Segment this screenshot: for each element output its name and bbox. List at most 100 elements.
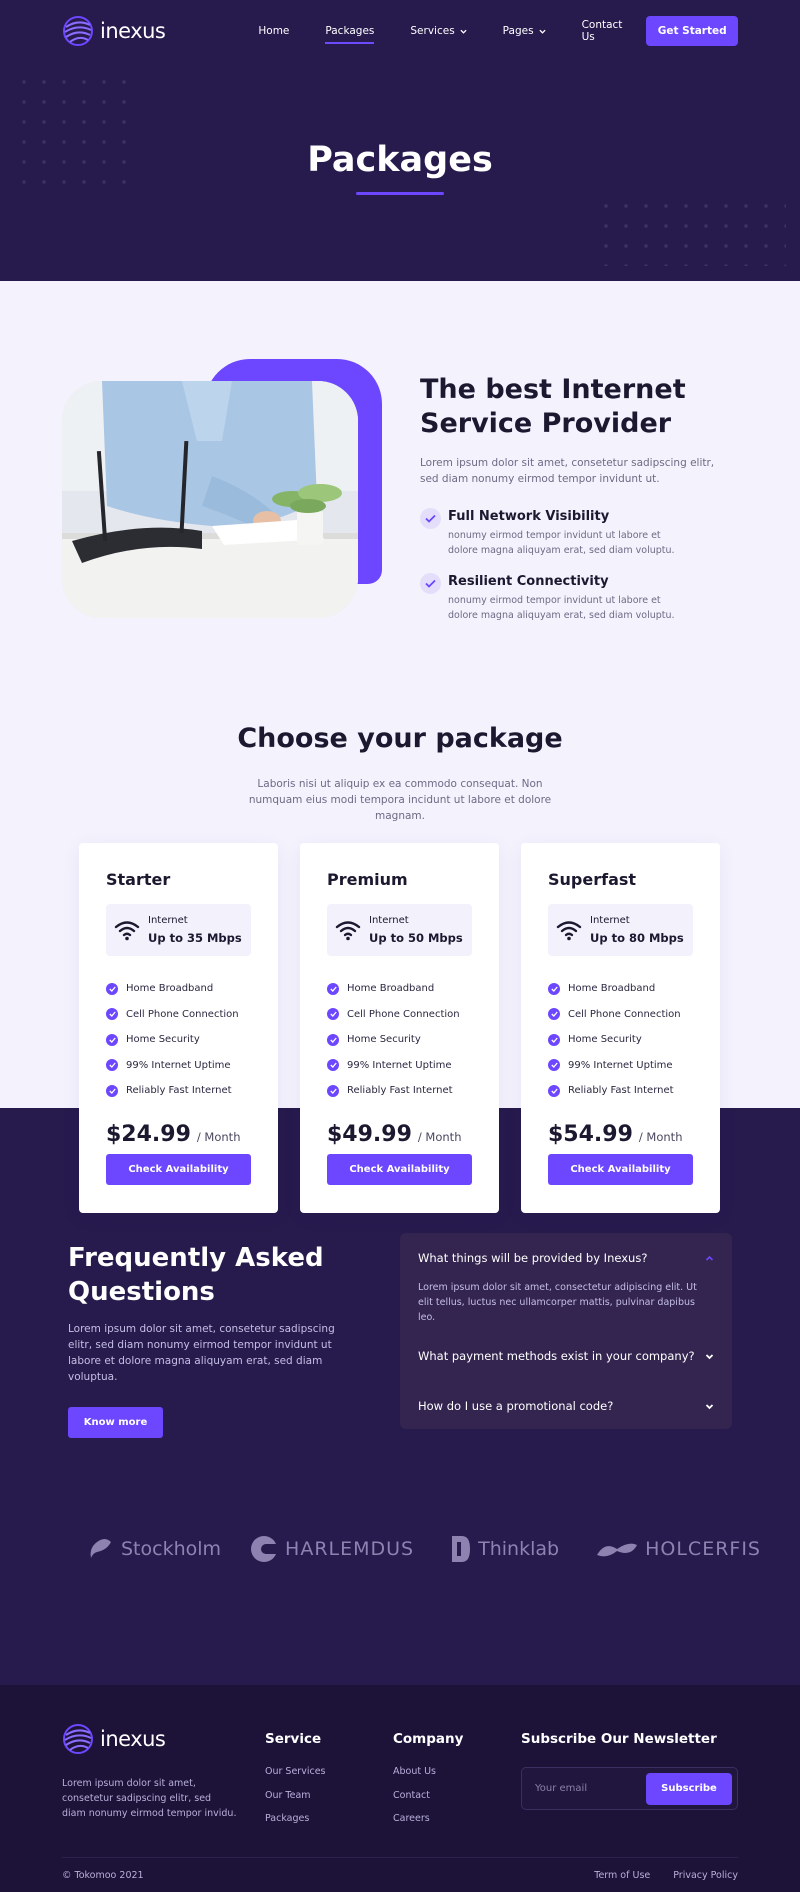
package-features: Home Broadband Cell Phone Connection Hom… [106,976,251,1104]
speed-value: Up to 35 Mbps [148,931,242,945]
check-circle-icon [327,1008,339,1021]
feature-label: 99% Internet Uptime [347,1059,452,1071]
feature-label: Home Broadband [568,983,656,995]
price: $54.99 [548,1122,633,1147]
footer-link[interactable]: Our Services [265,1766,325,1790]
faq-question-text: What payment methods exist in your compa… [418,1349,695,1363]
faq-intro: Frequently Asked Questions Lorem ipsum d… [68,1241,358,1438]
faq-description: Lorem ipsum dolor sit amet, consetetur s… [68,1323,335,1383]
feature-label: Home Security [126,1034,200,1046]
feature-label: Reliably Fast Internet [126,1085,232,1097]
list-item: 99% Internet Uptime [548,1053,693,1079]
speed-label: Internet [148,915,188,926]
check-circle-icon [106,1008,118,1021]
list-item: Home Security [327,1027,472,1053]
nav-pages-label: Pages [502,25,534,37]
chevron-down-icon [705,1403,714,1409]
check-icon [420,573,441,594]
faq-question-2[interactable]: What payment methods exist in your compa… [418,1331,714,1381]
footer-link[interactable]: Packages [265,1813,325,1837]
feature-item: Full Network Visibility nonumy eirmod te… [420,508,720,558]
know-more-button[interactable]: Know more [68,1407,163,1438]
check-availability-button[interactable]: Check Availability [327,1154,472,1185]
brand-thinklab: Thinklab [450,1534,559,1564]
newsletter: Subscribe Our Newsletter Subscribe [521,1731,738,1810]
brand-name: HARLEMDUS [285,1538,415,1560]
feature-label: Cell Phone Connection [347,1008,460,1020]
check-circle-icon [327,1084,339,1097]
faq-answer-1: Lorem ipsum dolor sit amet, consectetur … [418,1282,697,1323]
footer-link[interactable]: Our Team [265,1790,325,1814]
brand-name: Thinklab [478,1538,560,1560]
price-period: / Month [196,1130,241,1144]
nav-pages[interactable]: Pages [485,0,564,62]
logo[interactable]: inexus [62,15,166,47]
check-circle-icon [327,1033,339,1046]
list-item: Reliably Fast Internet [548,1078,693,1104]
footer-logo[interactable]: inexus [62,1723,166,1755]
faq-question-text: How do I use a promotional code? [418,1399,614,1413]
nav-packages[interactable]: Packages [307,0,392,62]
list-item: Home Broadband [327,976,472,1002]
feature-title: Full Network Visibility [448,509,610,524]
about-description: Lorem ipsum dolor sit amet, consetetur s… [420,457,715,485]
feature-label: Home Security [568,1034,642,1046]
harlemdus-logo-icon [251,1536,280,1562]
faq-question-3[interactable]: How do I use a promotional code? [418,1381,714,1431]
site-footer: inexus Lorem ipsum dolor sit amet, conse… [0,1685,800,1892]
chevron-up-icon [705,1255,714,1261]
brand-stockholm: Stockholm [87,1536,221,1562]
check-circle-icon [548,1033,560,1046]
brand-name: Stockholm [121,1538,222,1560]
email-field[interactable] [535,1783,646,1794]
check-availability-button[interactable]: Check Availability [106,1154,251,1185]
package-cards: Starter Internet Up to 35 Mbps Home Broa… [79,843,720,1213]
packages-subtitle: Laboris nisi ut aliquip ex ea commodo co… [248,778,552,822]
check-circle-icon [548,1059,560,1072]
footer-about: Lorem ipsum dolor sit amet, consetetur s… [62,1778,237,1819]
price-row: $54.99 / Month [548,1122,682,1147]
faq-question-1[interactable]: What things will be provided by Inexus? [418,1233,714,1283]
check-circle-icon [106,1084,118,1097]
brand-name: HOLCERFIS [645,1538,761,1560]
price: $24.99 [106,1122,191,1147]
get-started-button[interactable]: Get Started [646,16,738,46]
nav-services[interactable]: Services [392,0,484,62]
nav-home[interactable]: Home [240,0,307,62]
page-title: Packages [307,140,493,180]
package-name: Superfast [548,870,637,889]
speed-value: Up to 50 Mbps [369,931,463,945]
check-circle-icon [106,1033,118,1046]
subscribe-button[interactable]: Subscribe [646,1772,732,1805]
check-circle-icon [548,982,560,995]
feature-label: Cell Phone Connection [126,1008,239,1020]
feature-description: nonumy eirmod tempor invidunt ut labore … [448,530,675,556]
nav-contact[interactable]: Contact Us [564,0,647,62]
footer-link[interactable]: About Us [393,1766,463,1790]
nav-services-label: Services [410,25,455,37]
price-period: / Month [638,1130,683,1144]
chevron-down-icon [538,29,546,34]
privacy-link[interactable]: Privacy Policy [673,1870,738,1881]
router-photo [62,381,358,618]
hero-section: inexus Home Packages Services Pages Cont… [0,0,800,281]
check-circle-icon [106,982,118,995]
faq-title: Frequently Asked Questions [68,1243,324,1307]
check-availability-button[interactable]: Check Availability [548,1154,693,1185]
price-row: $49.99 / Month [327,1122,461,1147]
footer-link[interactable]: Careers [393,1813,463,1837]
footer-link[interactable]: Contact [393,1790,463,1814]
check-circle-icon [327,982,339,995]
main-menu: Home Packages Services Pages Contact Us [240,0,646,62]
hero-image-group [62,359,382,619]
router-desk-illustration [62,381,358,618]
feature-item: Resilient Connectivity nonumy eirmod tem… [420,573,720,623]
package-name: Starter [106,870,171,889]
package-features: Home Broadband Cell Phone Connection Hom… [548,976,693,1104]
faq-section: Frequently Asked Questions Lorem ipsum d… [0,1233,800,1501]
terms-link[interactable]: Term of Use [594,1870,650,1881]
nav-home-label: Home [258,25,290,37]
speed-box: Internet Up to 35 Mbps [106,904,251,956]
price: $49.99 [327,1122,412,1147]
globe-logo-icon [63,1724,93,1754]
